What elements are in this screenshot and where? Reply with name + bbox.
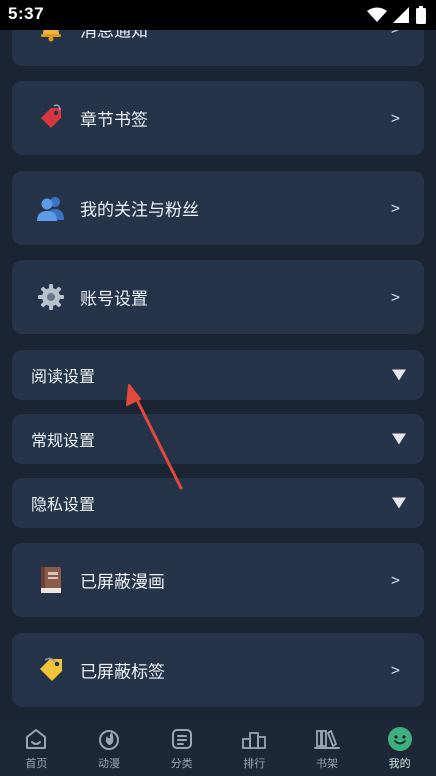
users-icon <box>36 193 66 223</box>
chevron-right-icon: > <box>391 30 400 38</box>
menu-item-label: 已屏蔽标签 <box>80 662 165 683</box>
category-icon <box>169 726 195 752</box>
tab-ranking[interactable]: 排行 <box>218 720 290 776</box>
menu-item-label: 章节书签 <box>80 110 148 131</box>
chevron-right-icon: > <box>390 109 400 127</box>
signal-icon <box>393 7 409 23</box>
menu-item-notifications[interactable]: 消息通知 > <box>12 30 424 66</box>
menu-item-label: 常规设置 <box>31 431 96 450</box>
chevron-right-icon: > <box>390 199 400 217</box>
chevron-right-icon: > <box>390 571 400 589</box>
caret-down-icon <box>392 369 406 381</box>
tab-anime[interactable]: 动漫 <box>73 720 145 776</box>
bell-icon <box>36 30 66 44</box>
menu-item-blocked-comics[interactable]: 已屏蔽漫画 > <box>12 543 424 617</box>
profile-face-icon <box>387 726 413 752</box>
book-icon <box>36 565 66 595</box>
menu-item-blocked-tags[interactable]: 已屏蔽标签 > <box>12 633 424 707</box>
menu-item-general-settings[interactable]: 常规设置 <box>12 414 424 464</box>
menu-item-label: 账号设置 <box>80 289 148 310</box>
tab-label: 分类 <box>170 757 193 770</box>
caret-down-icon <box>392 497 406 509</box>
status-bar: 5:37 <box>0 0 436 30</box>
menu-item-account-settings[interactable]: 账号设置 > <box>12 260 424 334</box>
bookmark-tag-icon <box>36 103 66 133</box>
tab-bookshelf[interactable]: 书架 <box>291 720 363 776</box>
menu-item-label: 隐私设置 <box>31 495 96 514</box>
menu-item-label: 阅读设置 <box>31 367 96 386</box>
tab-label: 动漫 <box>97 757 120 770</box>
menu-item-label: 已屏蔽漫画 <box>80 572 165 593</box>
menu-item-label: 我的关注与粉丝 <box>80 200 199 221</box>
tab-label: 首页 <box>25 757 48 770</box>
battery-icon <box>416 6 426 24</box>
podium-icon <box>241 726 267 752</box>
fire-icon <box>96 726 122 752</box>
settings-list[interactable]: 消息通知 > 章节书签 > 我的关注与粉丝 > <box>0 30 436 720</box>
menu-item-reading-settings[interactable]: 阅读设置 <box>12 350 424 400</box>
caret-down-icon <box>392 433 406 445</box>
chevron-right-icon: > <box>390 288 400 306</box>
wifi-icon <box>367 7 387 22</box>
bottom-tab-bar: 首页 动漫 分类 排行 书架 我的 <box>0 720 436 776</box>
tab-label: 书架 <box>315 757 338 770</box>
chevron-right-icon: > <box>390 661 400 679</box>
price-tag-icon <box>36 655 66 685</box>
menu-item-label: 消息通知 <box>80 30 148 42</box>
home-icon <box>23 726 49 752</box>
status-icons <box>367 6 426 24</box>
menu-item-privacy-settings[interactable]: 隐私设置 <box>12 478 424 528</box>
tab-label: 我的 <box>388 757 411 770</box>
menu-item-follows-fans[interactable]: 我的关注与粉丝 > <box>12 171 424 245</box>
tab-category[interactable]: 分类 <box>146 720 218 776</box>
status-time: 5:37 <box>8 4 45 23</box>
tab-profile[interactable]: 我的 <box>364 720 436 776</box>
menu-item-chapter-bookmarks[interactable]: 章节书签 > <box>12 81 424 155</box>
tab-home[interactable]: 首页 <box>0 720 72 776</box>
gear-icon <box>36 282 66 312</box>
tab-label: 排行 <box>243 757 266 770</box>
bookshelf-icon <box>313 726 340 752</box>
